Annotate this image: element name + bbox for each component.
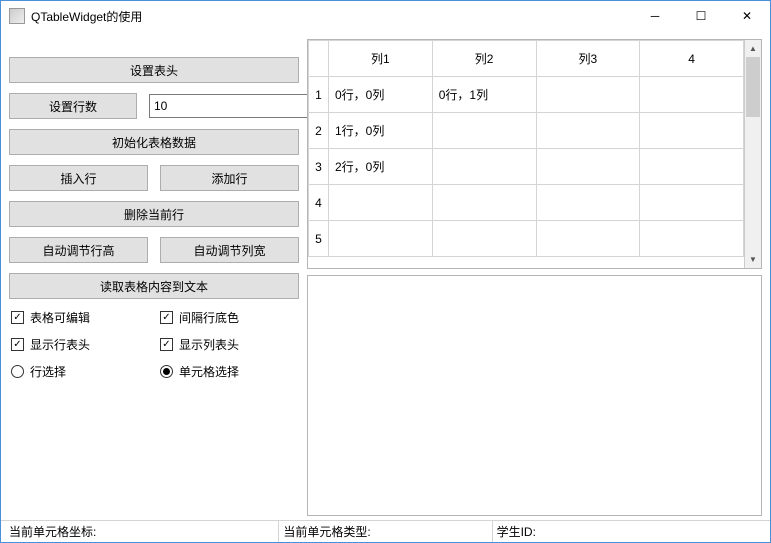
window-title: QTableWidget的使用 [31,8,632,25]
table-cell[interactable] [432,113,536,149]
table-cell[interactable] [432,149,536,185]
auto-row-height-button[interactable]: 自动调节行高 [9,237,148,263]
table-row[interactable]: 32行，0列 [309,149,744,185]
scroll-up-icon[interactable]: ▲ [745,40,761,57]
right-panel: 列1列2列34 10行，0列0行，1列21行，0列32行，0列45 ▲ ▼ [307,39,762,516]
table-cell[interactable] [329,185,433,221]
check-icon: ✓ [11,338,24,351]
table-cell[interactable] [536,77,640,113]
table-cell[interactable] [536,149,640,185]
column-header[interactable]: 4 [640,41,744,77]
check-icon: ✓ [160,338,173,351]
row-header[interactable]: 1 [309,77,329,113]
row-header[interactable]: 2 [309,113,329,149]
alt-row-color-checkbox[interactable]: ✓ 间隔行底色 [160,309,297,326]
table-corner [309,41,329,77]
titlebar[interactable]: QTableWidget的使用 ─ ☐ ✕ [1,1,770,31]
show-col-header-checkbox[interactable]: ✓ 显示列表头 [160,336,297,353]
table-cell[interactable] [432,221,536,257]
column-header[interactable]: 列2 [432,41,536,77]
table-cell[interactable] [536,185,640,221]
table-cell[interactable] [432,185,536,221]
column-header[interactable]: 列1 [329,41,433,77]
maximize-button[interactable]: ☐ [678,1,724,31]
row-count-input[interactable] [150,95,313,117]
show-col-header-label: 显示列表头 [179,336,239,353]
delete-row-button[interactable]: 删除当前行 [9,201,299,227]
vertical-scrollbar[interactable]: ▲ ▼ [744,40,761,268]
editable-label: 表格可编辑 [30,309,90,326]
append-row-button[interactable]: 添加行 [160,165,299,191]
alt-row-color-label: 间隔行底色 [179,309,239,326]
status-coord: 当前单元格坐标: [5,521,279,542]
insert-row-button[interactable]: 插入行 [9,165,148,191]
left-panel: 设置表头 设置行数 ▲ ▼ 初始化表格数据 插入行 添加行 [9,39,299,516]
table-cell[interactable]: 0行，1列 [432,77,536,113]
close-button[interactable]: ✕ [724,1,770,31]
scroll-thumb[interactable] [746,57,760,117]
cell-select-radio[interactable]: 单元格选择 [160,363,297,380]
status-student: 学生ID: [493,521,766,542]
set-row-count-button[interactable]: 设置行数 [9,93,137,119]
table-cell[interactable] [640,113,744,149]
table-cell[interactable] [640,185,744,221]
row-select-label: 行选择 [30,363,66,380]
radio-icon [11,365,24,378]
read-to-text-button[interactable]: 读取表格内容到文本 [9,273,299,299]
row-header[interactable]: 4 [309,185,329,221]
table-row[interactable]: 21行，0列 [309,113,744,149]
table-cell[interactable] [329,221,433,257]
table-cell[interactable] [536,221,640,257]
table-cell[interactable]: 1行，0列 [329,113,433,149]
auto-col-width-button[interactable]: 自动调节列宽 [160,237,299,263]
status-type: 当前单元格类型: [279,521,492,542]
table-cell[interactable] [640,77,744,113]
cell-select-label: 单元格选择 [179,363,239,380]
column-header[interactable]: 列3 [536,41,640,77]
statusbar: 当前单元格坐标: 当前单元格类型: 学生ID: [1,520,770,542]
editable-checkbox[interactable]: ✓ 表格可编辑 [11,309,148,326]
init-data-button[interactable]: 初始化表格数据 [9,129,299,155]
content-area: 设置表头 设置行数 ▲ ▼ 初始化表格数据 插入行 添加行 [1,31,770,520]
app-icon [9,8,25,24]
data-table[interactable]: 列1列2列34 10行，0列0行，1列21行，0列32行，0列45 [308,40,744,257]
table-row[interactable]: 5 [309,221,744,257]
table-row[interactable]: 10行，0列0行，1列 [309,77,744,113]
row-select-radio[interactable]: 行选择 [11,363,148,380]
radio-icon [160,365,173,378]
show-row-header-label: 显示行表头 [30,336,90,353]
check-icon: ✓ [160,311,173,324]
row-header[interactable]: 3 [309,149,329,185]
table-cell[interactable]: 0行，0列 [329,77,433,113]
minimize-button[interactable]: ─ [632,1,678,31]
show-row-header-checkbox[interactable]: ✓ 显示行表头 [11,336,148,353]
scroll-down-icon[interactable]: ▼ [745,251,761,268]
table-cell[interactable] [536,113,640,149]
table-cell[interactable] [640,149,744,185]
set-header-button[interactable]: 设置表头 [9,57,299,83]
text-output[interactable] [307,275,762,516]
row-count-spinbox[interactable]: ▲ ▼ [149,94,330,118]
row-header[interactable]: 5 [309,221,329,257]
table-row[interactable]: 4 [309,185,744,221]
table-widget[interactable]: 列1列2列34 10行，0列0行，1列21行，0列32行，0列45 ▲ ▼ [307,39,762,269]
check-icon: ✓ [11,311,24,324]
main-window: QTableWidget的使用 ─ ☐ ✕ 设置表头 设置行数 ▲ ▼ [0,0,771,543]
table-cell[interactable]: 2行，0列 [329,149,433,185]
table-cell[interactable] [640,221,744,257]
